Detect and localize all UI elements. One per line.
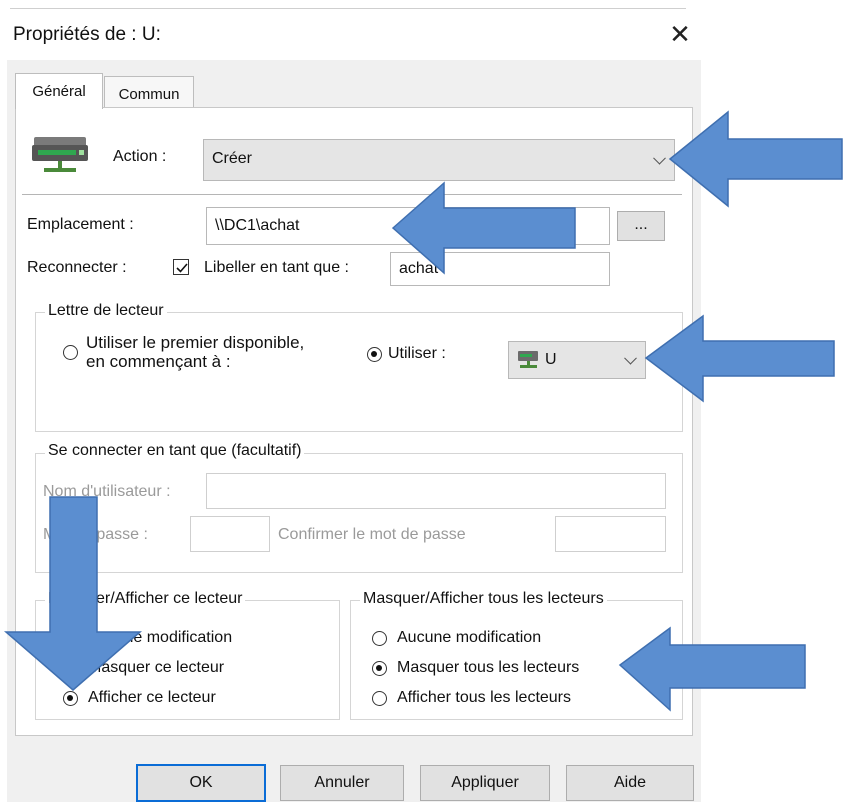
annotation-arrows [3,110,843,712]
arrow-down-icon [3,496,143,691]
arrow-left-icon [391,181,576,275]
arrow-left-icon [644,314,835,403]
arrow-left-icon [618,626,806,712]
arrow-left-icon [668,110,843,208]
